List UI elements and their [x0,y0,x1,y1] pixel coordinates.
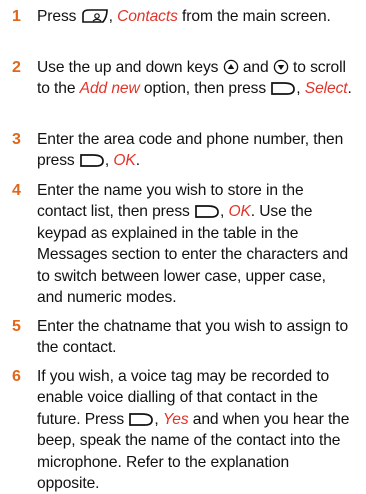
step-number: 1 [12,8,21,25]
up-key-icon [223,59,239,75]
softkey-label: OK [113,152,136,170]
right-softkey-icon [128,411,154,427]
step-text-run: Enter the chatname that you wish to assi… [37,318,349,357]
step-text-run: from the main screen. [177,8,331,25]
softkey-label: Add new [79,80,140,98]
step-text-run: , [296,80,305,98]
step-text: Enter the area code and phone number, th… [37,129,355,172]
step-text-run: Press [37,8,81,25]
contacts-key-icon [81,8,109,24]
step-number: 6 [12,368,21,385]
right-softkey-icon [79,152,105,168]
step-text-run: Use the up and down keys [37,59,223,76]
step-text-run: option, then press [139,80,271,98]
softkey-label: Yes [162,410,189,428]
step-text-run: . [347,80,352,98]
softkey-label: OK [228,203,251,221]
step-text-run: , [108,8,118,25]
step-text: Enter the chatname that you wish to assi… [37,316,355,359]
softkey-label: Contacts [117,8,178,25]
step-text: If you wish, a voice tag may be recorded… [37,366,355,494]
down-key-icon [273,59,289,75]
step-number: 3 [12,131,21,148]
step-number: 5 [12,318,21,335]
step-text: Press , Contacts from the main screen. [37,6,355,27]
right-softkey-icon [270,80,296,96]
step-number: 2 [12,59,21,76]
step-text: Use the up and down keys and to scroll t… [37,57,355,100]
step-text-run: . [135,152,140,170]
instruction-steps: 1 Press , Contacts from the main screen.… [0,0,366,492]
right-softkey-icon [194,203,220,219]
step-text-run: and [238,59,273,76]
step-number: 4 [12,182,21,199]
step-text-run: , [154,410,163,428]
softkey-label: Select [304,80,348,98]
step-text: Enter the name you wish to store in the … [37,180,355,308]
